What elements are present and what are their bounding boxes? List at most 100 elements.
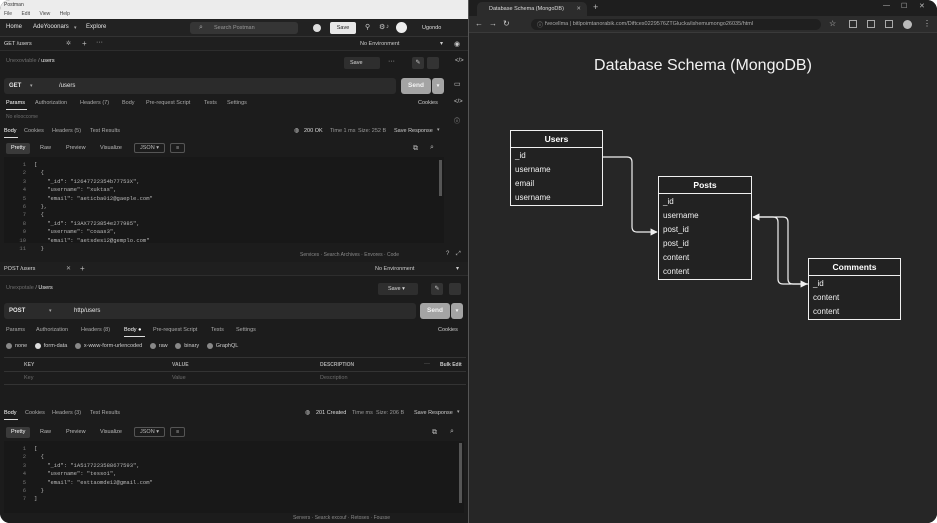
search-input[interactable]: Search Postman: [190, 22, 298, 34]
response-body-1[interactable]: 1 [2 {3 "_id": "12647722354b77753X", 4 "us…: [4, 157, 444, 252]
tab-get-users[interactable]: GET /users: [4, 41, 32, 47]
menu-file[interactable]: File: [4, 11, 12, 17]
cookies-link[interactable]: Cookies: [418, 100, 438, 106]
format-select[interactable]: JSON ▾: [134, 143, 165, 153]
chevron-down-icon[interactable]: ▾: [30, 83, 33, 89]
url-input[interactable]: http/users: [74, 308, 100, 314]
avatar[interactable]: [396, 22, 407, 33]
body-type-binary[interactable]: binary: [175, 343, 199, 349]
browser-tab[interactable]: Database Schema (MongoDB) ✕: [477, 2, 587, 16]
resp-tab-body[interactable]: Body: [4, 410, 17, 416]
tab-tests[interactable]: Tests: [204, 100, 217, 106]
format-select[interactable]: JSON ▾: [134, 427, 165, 437]
breadcrumb-workspace[interactable]: Unexovtable: [6, 58, 37, 64]
gear-icon[interactable]: ⚙: [379, 23, 385, 31]
status-code[interactable]: Code: [387, 252, 399, 258]
key-input[interactable]: Key: [24, 375, 33, 381]
status-search[interactable]: Search Archives: [324, 252, 360, 258]
more-icon[interactable]: ···: [96, 39, 103, 46]
extension-icon[interactable]: [849, 20, 857, 28]
document-icon[interactable]: [449, 283, 461, 295]
tab-settings[interactable]: Settings: [227, 100, 247, 106]
resp-tab-cookies[interactable]: Cookies: [24, 128, 44, 134]
info-icon[interactable]: ⓘ: [454, 116, 460, 125]
view-raw[interactable]: Raw: [35, 427, 56, 438]
status-servers[interactable]: Servers: [293, 515, 310, 521]
method-select[interactable]: POST: [9, 308, 25, 314]
user-menu[interactable]: Ugondo: [422, 25, 441, 31]
close-icon[interactable]: ✕: [66, 265, 71, 272]
body-type-urlencoded[interactable]: x-www-form-urlencoded: [74, 343, 142, 349]
resp-tab-cookies[interactable]: Cookies: [25, 410, 45, 416]
view-visualize[interactable]: Visualize: [95, 427, 127, 438]
filter-icon[interactable]: ≡: [170, 427, 186, 437]
environment-select[interactable]: No Environment: [375, 266, 414, 272]
tab-prerequest[interactable]: Pre-request Script: [153, 327, 197, 333]
resp-tab-tests[interactable]: Test Results: [90, 128, 120, 134]
view-raw[interactable]: Raw: [35, 143, 56, 154]
chevron-down-icon[interactable]: ▾: [456, 265, 459, 272]
entity-users[interactable]: Users _id username email username: [510, 130, 603, 206]
pin-icon[interactable]: ✲: [66, 40, 71, 47]
menu-view[interactable]: View: [39, 11, 50, 17]
eye-icon[interactable]: ◉: [454, 40, 460, 48]
copy-icon[interactable]: ⧉: [413, 145, 418, 153]
status-services[interactable]: Services: [300, 252, 319, 258]
url-bar[interactable]: POST ▾ http/users: [4, 303, 416, 319]
chevron-down-icon[interactable]: ▾: [457, 409, 460, 415]
new-tab-icon[interactable]: +: [80, 264, 85, 273]
save-top-button[interactable]: Save: [330, 22, 356, 34]
extension-icon[interactable]: [885, 20, 893, 28]
status-fousse[interactable]: Fousse: [374, 515, 390, 521]
view-preview[interactable]: Preview: [61, 427, 91, 438]
resp-tab-headers[interactable]: Headers (5): [52, 128, 81, 134]
tab-headers[interactable]: Headers (8): [81, 327, 110, 333]
chevron-down-icon[interactable]: ▾: [437, 127, 440, 133]
save-response-button[interactable]: Save Response: [414, 410, 453, 416]
close-icon[interactable]: ✕: [576, 2, 581, 16]
extension-icon[interactable]: [867, 20, 875, 28]
url-input[interactable]: /users: [59, 83, 75, 89]
resp-tab-tests[interactable]: Test Results: [90, 410, 120, 416]
tab-authorization[interactable]: Authorization: [36, 327, 68, 333]
cookies-link[interactable]: Cookies: [438, 327, 458, 333]
nav-home[interactable]: Home: [6, 24, 22, 30]
view-preview[interactable]: Preview: [61, 143, 91, 154]
menu-help[interactable]: Help: [60, 11, 70, 17]
environment-select[interactable]: No Environment: [360, 41, 399, 47]
reload-icon[interactable]: ↻: [503, 19, 510, 28]
close-window-icon[interactable]: ✕: [919, 2, 925, 10]
help-icon[interactable]: ?: [446, 251, 449, 257]
entity-comments[interactable]: Comments _id content content: [808, 258, 901, 320]
body-type-form-data[interactable]: form-data: [34, 343, 67, 349]
response-body-2[interactable]: 1 [2 {3 "_id": "1A5177223588677593", 4 "us…: [4, 441, 464, 513]
search-icon[interactable]: ⌕: [450, 428, 454, 436]
forward-icon[interactable]: →: [489, 19, 497, 28]
send-button[interactable]: Send: [401, 78, 431, 94]
maximize-icon[interactable]: ☐: [901, 2, 907, 10]
body-type-none[interactable]: none: [6, 343, 27, 349]
scrollbar[interactable]: [439, 160, 442, 196]
send-options-button[interactable]: ▾: [432, 78, 444, 94]
view-pretty[interactable]: Pretty: [6, 427, 31, 438]
body-type-graphql[interactable]: GraphQL: [206, 343, 238, 349]
comment-icon[interactable]: ▭: [454, 80, 461, 88]
menu-icon[interactable]: ⋮: [923, 19, 931, 28]
body-type-raw[interactable]: raw: [149, 343, 168, 349]
profile-icon[interactable]: [903, 20, 912, 29]
save-button[interactable]: Save ▾: [378, 283, 418, 295]
tab-authorization[interactable]: Authorization: [35, 100, 67, 106]
tab-settings[interactable]: Settings: [236, 327, 256, 333]
resp-tab-body[interactable]: Body: [4, 128, 17, 134]
menu-edit[interactable]: Edit: [21, 11, 30, 17]
breadcrumb-workspace[interactable]: Unexpotale: [6, 285, 34, 291]
status-envores[interactable]: Envores: [364, 252, 382, 258]
scrollbar[interactable]: [459, 443, 462, 503]
status-search[interactable]: Searck excouf: [315, 515, 347, 521]
copy-icon[interactable]: ⧉: [432, 429, 437, 437]
more-icon[interactable]: ···: [388, 58, 395, 65]
tab-body[interactable]: Body ●: [124, 327, 141, 333]
search-icon[interactable]: ⌕: [430, 144, 434, 152]
tab-prerequest[interactable]: Pre-request Script: [146, 100, 190, 106]
description-input[interactable]: Description: [320, 375, 348, 381]
